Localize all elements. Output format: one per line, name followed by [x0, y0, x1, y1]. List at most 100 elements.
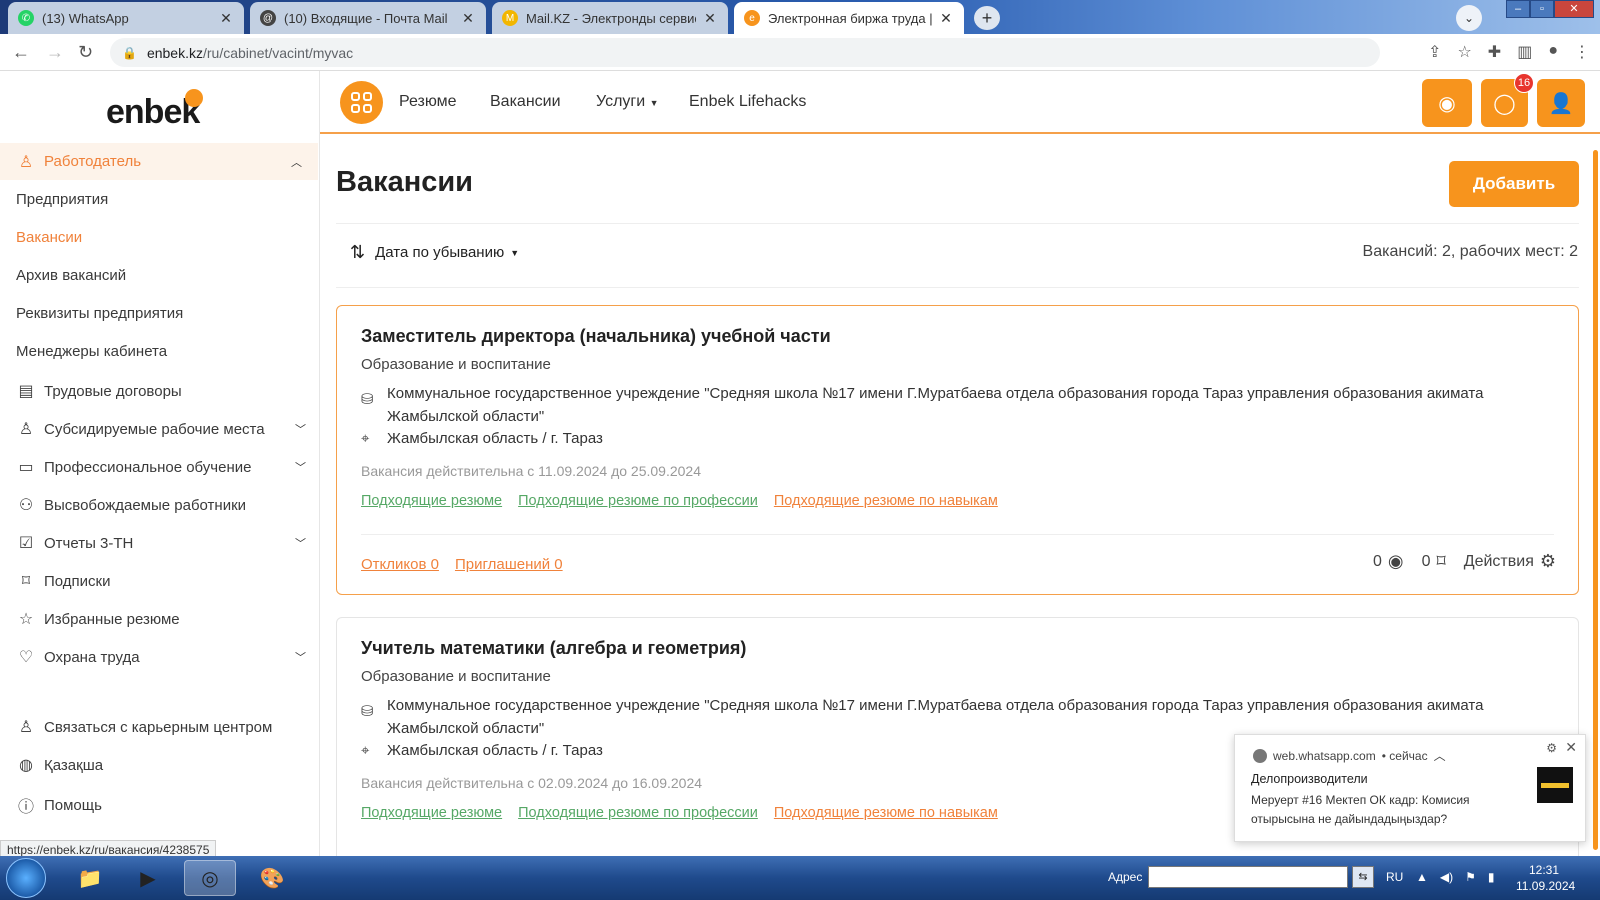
sidebar-item-vacancies[interactable]: Вакансии [16, 229, 306, 246]
gear-icon[interactable]: ⚙ [1540, 551, 1556, 572]
explorer-icon[interactable]: 📁 [64, 860, 116, 896]
sidebar-item-reports[interactable]: ☑ Отчеты 3-ТН ﹀ [16, 533, 306, 553]
matching-resumes-link[interactable]: Подходящие резюме [361, 805, 502, 821]
matching-by-skills-link[interactable]: Подходящие резюме по навыкам [774, 493, 998, 509]
minimize-button[interactable]: – [1506, 0, 1530, 18]
back-icon[interactable]: ← [12, 42, 30, 63]
taskbar-clock[interactable]: 12:31 11.09.2024 [1516, 862, 1575, 894]
tab-mail[interactable]: @ (10) Входящие - Почта Mail ✕ [250, 2, 486, 34]
new-tab-button[interactable]: + [974, 6, 1000, 30]
matching-by-skills-link[interactable]: Подходящие резюме по навыкам [774, 805, 998, 821]
caret-down-icon: ▼ [649, 98, 659, 108]
sidebar-section-employer[interactable]: ♙ Работодатель ︿ [0, 143, 318, 180]
chevron-down-icon: ﹀ [295, 424, 306, 436]
sidebar-item-favorites[interactable]: ☆ Избранные резюме [16, 609, 306, 629]
close-icon[interactable]: ✕ [1565, 739, 1577, 756]
go-button[interactable]: ⇆ [1352, 866, 1374, 888]
chrome-taskbar-icon[interactable]: ◎ [184, 860, 236, 896]
sidebar-item-safety[interactable]: ♡ Охрана труда ﹀ [16, 647, 306, 667]
media-player-icon[interactable]: ▶ [122, 860, 174, 896]
vacancy-location-text: Жамбылская область / г. Тараз [387, 742, 603, 759]
nav-vacancies[interactable]: Вакансии [490, 93, 561, 111]
tray-expand-icon[interactable]: ▲ [1416, 870, 1428, 884]
volume-icon[interactable]: ◀) [1440, 870, 1453, 884]
network-icon[interactable]: ▮ [1488, 870, 1495, 884]
sidebar-item-released[interactable]: ⚇ Высвобождаемые работники [16, 495, 306, 515]
profile-button[interactable]: 👤 [1537, 79, 1585, 127]
nav-lifehacks[interactable]: Enbek Lifehacks [689, 93, 806, 111]
matching-by-profession-link[interactable]: Подходящие резюме по профессии [518, 493, 758, 509]
heart-icon: ♡ [18, 649, 34, 666]
close-icon[interactable]: ✕ [218, 10, 234, 27]
sidebar-item-label: Вакансии [16, 229, 83, 246]
nav-resume[interactable]: Резюме [399, 93, 457, 111]
share-icon[interactable]: ⇪ [1428, 42, 1441, 62]
sidebar-item-contracts[interactable]: ▤ Трудовые договоры [16, 381, 306, 401]
chevron-up-icon[interactable]: ︿ [1434, 747, 1446, 764]
vacancy-validity: Вакансия действительна с 11.09.2024 до 2… [361, 463, 701, 479]
sidebar-item-label: Профессиональное обучение [44, 458, 252, 476]
flag-icon[interactable]: ⚑ [1465, 870, 1476, 884]
close-icon[interactable]: ✕ [702, 10, 718, 27]
close-icon[interactable]: ✕ [938, 10, 954, 27]
sidebar-item-training[interactable]: ▭ Профессиональное обучение ﹀ [16, 457, 306, 477]
sidebar-item-requisites[interactable]: Реквизиты предприятия [16, 305, 306, 322]
extensions-icon[interactable]: ✚ [1488, 42, 1501, 62]
bookmark-star-icon[interactable]: ☆ [1457, 42, 1471, 62]
invitations-link[interactable]: Приглашений 0 [455, 556, 563, 573]
forward-icon[interactable]: → [46, 42, 64, 63]
profile-icon[interactable]: ● [1548, 42, 1558, 62]
sidebar-item-archive[interactable]: Архив вакансий [16, 267, 306, 284]
sidebar-item-enterprises[interactable]: Предприятия [16, 191, 306, 208]
reload-icon[interactable]: ↻ [78, 42, 93, 63]
language-indicator[interactable]: RU [1386, 870, 1403, 884]
user-icon: ♙ [18, 153, 34, 171]
url-field[interactable]: 🔒 enbek.kz/ru/cabinet/vacint/myvac [110, 38, 1380, 67]
tab-search-button[interactable]: ⌄ [1456, 5, 1482, 31]
window-controls: – ▫ ✕ [1506, 0, 1594, 18]
paint-icon[interactable]: 🎨 [246, 860, 298, 896]
matching-by-profession-link[interactable]: Подходящие резюме по профессии [518, 805, 758, 821]
divider [336, 287, 1579, 288]
vacancy-title[interactable]: Учитель математики (алгебра и геометрия) [361, 638, 746, 659]
messages-button[interactable]: ◯ 16 [1481, 73, 1534, 127]
sidebar-item-label: Менеджеры кабинета [16, 343, 168, 360]
tab-mailkz[interactable]: M Mail.KZ - Электронды сервиске ✕ [492, 2, 728, 34]
sidebar-item-managers[interactable]: Менеджеры кабинета [16, 343, 306, 360]
whatsapp-notification[interactable]: web.whatsapp.com • сейчас ︿ ⚙ ✕ Делопрои… [1234, 734, 1586, 842]
close-icon[interactable]: ✕ [460, 10, 476, 27]
address-bar: ← → ↻ 🔒 enbek.kz/ru/cabinet/vacint/myvac… [0, 34, 1600, 71]
vacancy-title[interactable]: Заместитель директора (начальника) учебн… [361, 326, 831, 347]
sort-icon: ⇅ [350, 242, 366, 262]
tab-whatsapp[interactable]: ✆ (13) WhatsApp ✕ [8, 2, 244, 34]
actions-label[interactable]: Действия [1464, 553, 1534, 571]
sidebar-section-label: Работодатель [44, 153, 142, 170]
taskbar-address-input[interactable] [1148, 866, 1348, 888]
enbek-logo[interactable]: enbek [106, 89, 203, 132]
scrollbar-thumb[interactable] [1593, 150, 1598, 850]
sidepanel-icon[interactable]: ▥ [1517, 42, 1532, 62]
more-icon[interactable]: ⋮ [1574, 42, 1590, 62]
responses-link[interactable]: Откликов 0 [361, 556, 439, 573]
sidebar-item-language[interactable]: ◍ Қазақша [16, 755, 306, 775]
sort-dropdown[interactable]: ⇅ Дата по убыванию ▼ [350, 242, 519, 263]
sidebar-item-subscriptions[interactable]: ⌑ Подписки [16, 571, 306, 591]
vacancy-validity: Вакансия действительна с 02.09.2024 до 1… [361, 775, 703, 791]
windows-taskbar: 📁 ▶ ◎ 🎨 Адрес ⇆ RU ▲ ◀) ⚑ ▮ 12:31 11.09.… [0, 856, 1600, 900]
accessibility-button[interactable]: ◉ [1422, 79, 1472, 127]
url-path: /ru/cabinet/vacint/myvac [203, 44, 354, 61]
notification-image [1537, 767, 1573, 803]
nav-services[interactable]: Услуги ▼ [596, 93, 659, 111]
gear-icon[interactable]: ⚙ [1546, 741, 1557, 755]
start-button[interactable] [6, 858, 46, 898]
maximize-button[interactable]: ▫ [1530, 0, 1554, 18]
sidebar-item-help[interactable]: ⓘ Помощь [16, 793, 306, 817]
sidebar-item-career-center[interactable]: ♙ Связаться с карьерным центром [16, 717, 306, 737]
window-close-button[interactable]: ✕ [1554, 0, 1594, 18]
add-vacancy-button[interactable]: Добавить [1449, 161, 1579, 207]
browser-tab-bar: ✆ (13) WhatsApp ✕ @ (10) Входящие - Почт… [0, 0, 1600, 34]
matching-resumes-link[interactable]: Подходящие резюме [361, 493, 502, 509]
apps-grid-button[interactable] [340, 81, 383, 124]
tab-enbek[interactable]: e Электронная биржа труда | Вак ✕ [734, 2, 964, 34]
sidebar-item-subsidized[interactable]: ♙ Субсидируемые рабочие места ﹀ [16, 419, 306, 439]
